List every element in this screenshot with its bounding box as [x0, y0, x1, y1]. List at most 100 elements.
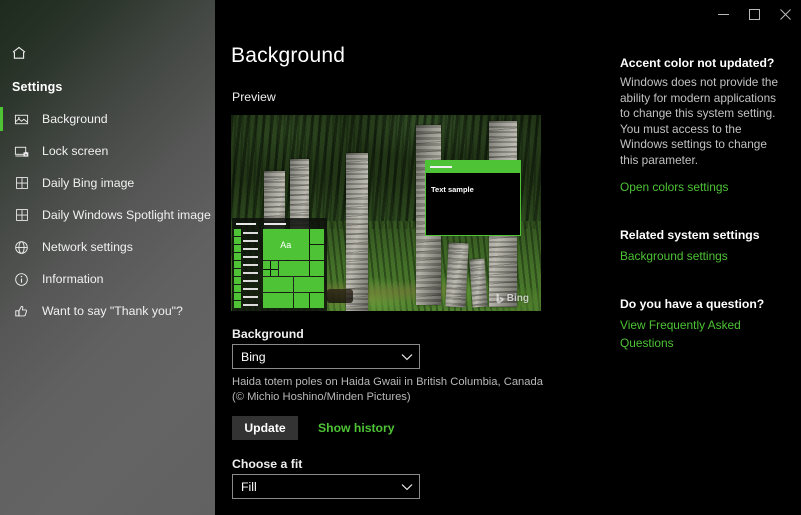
- main-content: Background Preview Aa Text sample Bing B…: [215, 0, 801, 515]
- theme-preview[interactable]: Aa Text sample Bing: [231, 115, 541, 311]
- app-square-icon: [234, 285, 241, 292]
- start-menu-preview: Aa: [232, 218, 327, 311]
- sidebar-item-network-settings[interactable]: Network settings: [0, 231, 215, 263]
- help-block: Accent color not updated? Windows does n…: [620, 56, 785, 196]
- bing-watermark: Bing: [496, 293, 529, 304]
- tile-grid: Aa: [263, 229, 324, 308]
- sample-window-body: Text sample: [426, 173, 520, 203]
- app-name-line: [243, 303, 258, 306]
- app-name-line: [243, 255, 258, 258]
- home-icon: [8, 42, 30, 64]
- sidebar-nav: Background Lock screen Daily Bing image …: [0, 103, 215, 327]
- rail-item: [234, 293, 258, 300]
- preview-label: Preview: [232, 90, 276, 104]
- tree-stump: [327, 289, 353, 303]
- app-name-line: [243, 287, 258, 290]
- minimize-button[interactable]: [708, 0, 739, 28]
- background-select[interactable]: Bing: [232, 344, 420, 369]
- tiles-icon: [12, 174, 31, 193]
- fit-select[interactable]: Fill: [232, 474, 420, 499]
- sidebar-item-daily-windows-spotlight-image[interactable]: Daily Windows Spotlight image: [0, 199, 215, 231]
- sidebar-item-information[interactable]: Information: [0, 263, 215, 295]
- help-block: Do you have a question? View Frequently …: [620, 297, 785, 352]
- app-square-icon: [234, 237, 241, 244]
- fit-field-label: Choose a fit: [232, 457, 303, 471]
- sidebar-item-label: Background: [42, 112, 108, 126]
- rail-item: [234, 285, 258, 292]
- sidebar-item-lock-screen[interactable]: Lock screen: [0, 135, 215, 167]
- maximize-button[interactable]: [739, 0, 770, 28]
- rail-item: [234, 269, 258, 276]
- background-field-label: Background: [232, 327, 304, 341]
- rail-item: [234, 261, 258, 268]
- app-name-line: [243, 271, 258, 274]
- sidebar-item-daily-bing-image[interactable]: Daily Bing image: [0, 167, 215, 199]
- close-button[interactable]: [770, 0, 801, 28]
- info-circle-icon: [12, 270, 31, 289]
- sidebar-item-label: Daily Bing image: [42, 176, 135, 190]
- help-body: Windows does not provide the ability for…: [620, 75, 779, 167]
- sample-window-titlebar: [426, 161, 520, 173]
- bing-logo-icon: [496, 293, 505, 304]
- totem-pole: [346, 153, 368, 311]
- tile: [309, 245, 324, 260]
- help-heading: Accent color not updated?: [620, 56, 775, 70]
- thumbs-up-icon: [12, 302, 31, 321]
- chevron-down-icon: [401, 483, 413, 491]
- show-history-link[interactable]: Show history: [318, 421, 395, 435]
- tile: [294, 293, 309, 308]
- app-name-line: [243, 231, 258, 234]
- bing-watermark-text: Bing: [506, 293, 529, 304]
- background-select-value: Bing: [241, 349, 266, 364]
- rail-item: [234, 237, 258, 244]
- app-name-line: [243, 295, 258, 298]
- help-heading: Do you have a question?: [620, 297, 765, 311]
- app-square-icon: [234, 229, 241, 236]
- sidebar: Settings Background Lock screen Daily Bi…: [0, 0, 215, 515]
- help-block: Related system settings Background setti…: [620, 228, 785, 265]
- rail-item: [234, 245, 258, 252]
- home-button[interactable]: [0, 38, 215, 68]
- tile: [309, 261, 324, 276]
- sample-window-preview: Text sample: [425, 160, 521, 236]
- open-colors-settings-link[interactable]: Open colors settings: [620, 180, 728, 194]
- page-title: Background: [231, 44, 346, 67]
- sidebar-item-label: Daily Windows Spotlight image: [42, 208, 211, 222]
- totem-pole: [445, 242, 469, 308]
- app-square-icon: [234, 261, 241, 268]
- app-name-line: [243, 263, 258, 266]
- sidebar-item-label: Network settings: [42, 240, 133, 254]
- start-menu-tiles: Aa: [260, 218, 327, 311]
- faq-link[interactable]: View Frequently Asked Questions: [620, 318, 741, 350]
- tile: [263, 293, 293, 308]
- rail-item: [234, 253, 258, 260]
- sidebar-item-background[interactable]: Background: [0, 103, 215, 135]
- close-icon: [780, 8, 791, 20]
- app-name-line: [243, 279, 258, 282]
- background-settings-link[interactable]: Background settings: [620, 249, 728, 263]
- lock-screen-icon: [12, 142, 31, 161]
- sidebar-heading: Settings: [12, 80, 63, 94]
- tile-text: Aa: [280, 239, 292, 250]
- tiles-header-line: [264, 223, 286, 225]
- tile: [278, 261, 309, 276]
- picture-icon: [12, 110, 31, 129]
- minimize-icon: [718, 9, 729, 20]
- tiles-icon: [12, 206, 31, 225]
- window-controls: [708, 0, 801, 28]
- tile: [294, 277, 324, 292]
- chevron-down-icon: [401, 353, 413, 361]
- sample-text: Text sample: [431, 185, 474, 194]
- settings-window: Settings Background Lock screen Daily Bi…: [0, 0, 801, 515]
- update-button[interactable]: Update: [232, 416, 298, 440]
- image-credit: Haida totem poles on Haida Gwaii in Brit…: [232, 376, 543, 403]
- help-heading: Related system settings: [620, 228, 760, 242]
- app-square-icon: [234, 253, 241, 260]
- maximize-icon: [749, 8, 760, 20]
- app-square-icon: [234, 245, 241, 252]
- sidebar-item-label: Information: [42, 272, 104, 286]
- sidebar-item-thank-you[interactable]: Want to say "Thank you"?: [0, 295, 215, 327]
- app-name-line: [243, 247, 258, 250]
- action-row: Update Show history: [232, 416, 395, 440]
- sidebar-item-label: Lock screen: [42, 144, 109, 158]
